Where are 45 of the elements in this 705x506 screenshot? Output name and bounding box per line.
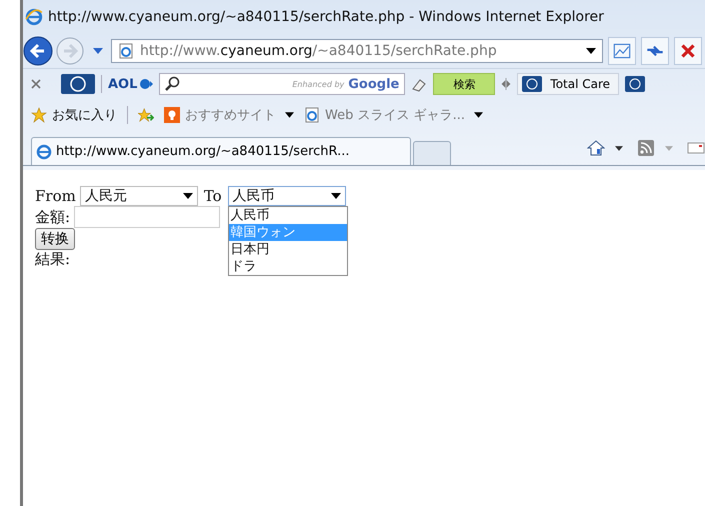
- aol-logo-icon: [139, 78, 154, 90]
- search-button[interactable]: 検索: [433, 73, 496, 95]
- dropdown-icon: [474, 112, 484, 118]
- dropdown-option[interactable]: ドラ: [228, 258, 347, 275]
- lightbulb-icon: [164, 107, 180, 123]
- page-icon: [304, 107, 320, 123]
- browser-tab[interactable]: http://www.cyaneum.org/~a840115/serchR...: [31, 137, 411, 165]
- favorites-bar-item[interactable]: Web スライス ギャラ...: [304, 106, 484, 124]
- browser-logo-icon: [36, 144, 52, 160]
- search-field[interactable]: Enhanced by Google: [159, 73, 406, 95]
- to-select[interactable]: 人民币: [228, 186, 346, 206]
- star-icon: [31, 107, 47, 123]
- back-button[interactable]: [23, 36, 53, 66]
- from-label: From: [35, 187, 76, 205]
- window-title: http://www.cyaneum.org/~a840115/serchRate.php - Windows Internet Explorer: [48, 9, 604, 25]
- dropdown-icon: [330, 193, 341, 199]
- home-icon[interactable]: [587, 140, 605, 156]
- add-favorite-icon[interactable]: [138, 107, 154, 123]
- to-label: To: [204, 187, 222, 205]
- search-icon: [165, 76, 182, 92]
- total-care-button[interactable]: Total Care: [517, 73, 620, 95]
- convert-button[interactable]: 转换: [35, 228, 75, 250]
- resize-handle-icon[interactable]: [501, 78, 512, 90]
- amount-field[interactable]: [74, 206, 220, 228]
- browser-logo-icon: [25, 8, 43, 26]
- refresh-icon[interactable]: [641, 37, 669, 65]
- dropdown-icon[interactable]: [586, 48, 596, 54]
- dropdown-option[interactable]: 人民币: [228, 207, 347, 224]
- favorites-button[interactable]: お気に入り: [31, 106, 117, 124]
- result-label: 結果:: [35, 250, 70, 269]
- dropdown-icon: [182, 193, 193, 199]
- dropdown-icon[interactable]: [615, 146, 623, 150]
- amount-label: 金額:: [35, 208, 70, 226]
- from-select[interactable]: 人民元: [80, 186, 198, 206]
- page-icon: [118, 43, 134, 59]
- dropdown-option[interactable]: 日本円: [228, 241, 347, 258]
- feed-icon[interactable]: [637, 140, 655, 156]
- address-field[interactable]: http://www.cyaneum.org/~a840115/serchRate.php: [111, 39, 603, 63]
- mail-icon[interactable]: [687, 140, 705, 156]
- favorites-bar-item[interactable]: おすすめサイト: [164, 106, 294, 124]
- compatibility-icon[interactable]: [608, 37, 636, 65]
- close-icon[interactable]: [31, 78, 41, 90]
- close-icon[interactable]: [674, 37, 702, 65]
- dropdown-icon: [285, 112, 294, 118]
- aol-button[interactable]: AOL: [108, 76, 138, 92]
